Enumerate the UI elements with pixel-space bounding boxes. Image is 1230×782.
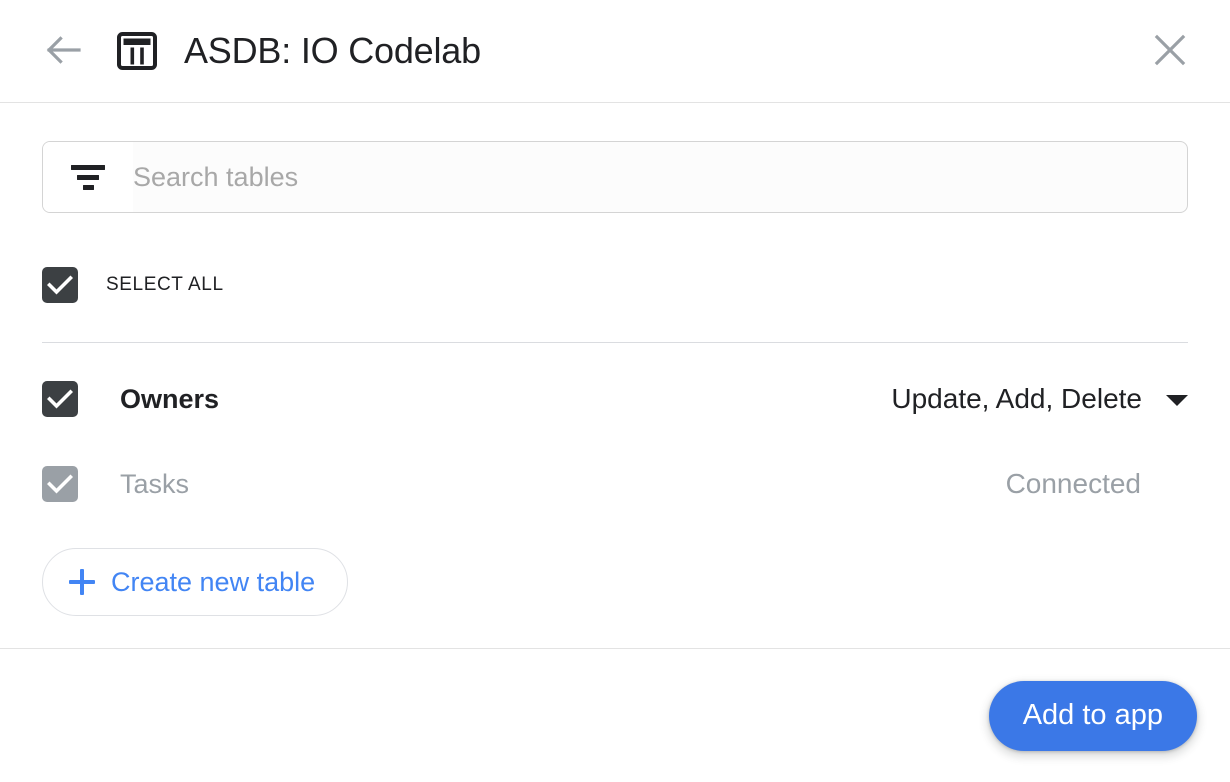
table-checkbox-tasks [42, 466, 78, 502]
table-name-owners: Owners [120, 383, 220, 414]
check-icon [47, 389, 73, 409]
page-title: ASDB: IO Codelab [184, 30, 481, 71]
select-all-label: SELECT ALL [106, 274, 224, 295]
permissions-label: Update, Add, Delete [891, 383, 1142, 414]
check-icon [47, 275, 73, 295]
table-icon [114, 28, 160, 74]
status-badge-tasks: Connected [1005, 468, 1141, 499]
table-row[interactable]: Owners Update, Add, Delete [42, 370, 1188, 428]
back-button[interactable] [40, 27, 88, 75]
add-to-app-button[interactable]: Add to app [988, 680, 1197, 751]
add-tables-dialog: ASDB: IO Codelab Search tables SELECT AL… [0, 0, 1230, 782]
arrow-left-icon [45, 35, 83, 68]
filter-icon [71, 164, 105, 190]
filter-button[interactable] [43, 142, 133, 212]
create-new-table-button[interactable]: Create new table [42, 548, 349, 616]
table-row: Tasks Connected [42, 455, 1188, 513]
close-icon [1153, 33, 1187, 70]
select-all-checkbox[interactable] [42, 267, 78, 303]
dialog-header: ASDB: IO Codelab [0, 0, 1230, 103]
close-button[interactable] [1146, 27, 1194, 75]
plus-icon [69, 569, 95, 595]
create-new-table-label: Create new table [111, 566, 316, 597]
section-divider [42, 342, 1188, 343]
select-all-row[interactable]: SELECT ALL [42, 261, 224, 309]
dialog-footer: Add to app [0, 648, 1230, 782]
chevron-down-icon [1166, 395, 1188, 406]
dialog-body: SELECT ALL Owners Update, Add, Delete [0, 103, 1230, 648]
search-input[interactable] [133, 142, 1187, 212]
search-row [42, 141, 1188, 213]
table-checkbox-owners[interactable] [42, 381, 78, 417]
check-icon [47, 474, 73, 494]
permissions-dropdown-owners[interactable]: Update, Add, Delete [891, 383, 1188, 415]
table-name-tasks: Tasks [120, 468, 190, 499]
search-box[interactable] [42, 141, 1188, 213]
